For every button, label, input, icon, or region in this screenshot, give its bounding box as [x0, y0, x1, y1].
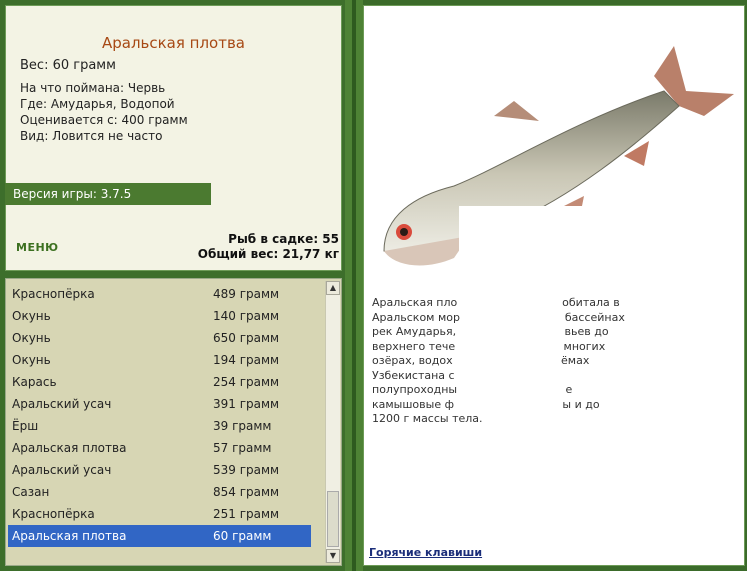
fish-weight-value: 60 грамм	[213, 529, 272, 543]
list-item[interactable]: Аральский усач 539 грамм	[8, 459, 311, 481]
fish-weight-value: 650 грамм	[213, 331, 280, 345]
description-line: камышовые ф ы и до	[372, 397, 600, 411]
fish-name: Аральская плотва	[12, 441, 127, 455]
fish-title: Аральская плотва	[101, 34, 246, 52]
description-line: Аральская пло обитала в	[372, 296, 620, 309]
fish-name: Окунь	[12, 331, 51, 345]
hotkeys-link[interactable]: Горячие клавиши	[369, 546, 482, 559]
detail-bait: На что поймана: Червь	[20, 81, 166, 95]
fish-weight-value: 140 грамм	[213, 309, 280, 323]
fish-name: Окунь	[12, 353, 51, 367]
list-item[interactable]: Ёрш 39 грамм	[8, 415, 311, 437]
scrollbar-thumb[interactable]	[327, 491, 339, 547]
fish-weight-value: 539 грамм	[213, 463, 280, 477]
list-item[interactable]: Сазан 854 грамм	[8, 481, 311, 503]
fish-weight: Вес: 60 грамм	[20, 58, 116, 73]
fish-name: Аральская плотва	[12, 529, 127, 543]
detail-rating: Оценивается с: 400 грамм	[20, 113, 188, 127]
list-item[interactable]: Окунь 140 грамм	[8, 305, 311, 327]
fish-name: Краснопёрка	[12, 507, 95, 521]
menu-button[interactable]: МЕНЮ	[16, 241, 59, 254]
fish-weight-value: 194 грамм	[213, 353, 280, 367]
fish-weight-value: 251 грамм	[213, 507, 280, 521]
list-item[interactable]: Аральская плотва 60 грамм	[8, 525, 311, 547]
vine-divider	[345, 0, 363, 571]
catch-list[interactable]: Краснопёрка 489 грамм Окунь 140 грамм Окунь 6…	[5, 278, 342, 566]
fish-name: Аральский усач	[12, 397, 112, 411]
total-weight: Общий вес: 21,77 кг	[197, 247, 339, 261]
fish-weight-value: 39 грамм	[213, 419, 272, 433]
fish-name: Краснопёрка	[12, 287, 95, 301]
list-item[interactable]: Краснопёрка 251 грамм	[8, 503, 311, 525]
list-item[interactable]: Аральская плотва 57 грамм	[8, 437, 311, 459]
list-item[interactable]: Краснопёрка 489 грамм	[8, 283, 311, 305]
description-line: полупроходны е	[372, 383, 573, 396]
description-line: озёрах, водох ёмах	[372, 354, 590, 367]
catch-list-rows: Краснопёрка 489 грамм Окунь 140 грамм Окунь 6…	[8, 283, 311, 547]
fish-name: Ёрш	[12, 419, 39, 433]
fish-details: На что поймана: Червь Где: Амударья, Вод…	[20, 80, 188, 144]
app-window: Аральская плотва Вес: 60 грамм На что по…	[0, 0, 747, 571]
list-item[interactable]: Окунь 194 грамм	[8, 349, 311, 371]
scrollbar[interactable]: ▲ ▼	[325, 281, 340, 563]
scroll-up-arrow-icon[interactable]: ▲	[326, 281, 340, 295]
fish-count: Рыб в садке: 55	[228, 232, 339, 246]
scroll-down-arrow-icon[interactable]: ▼	[326, 549, 340, 563]
fish-weight-value: 391 грамм	[213, 397, 280, 411]
fish-name: Аральский усач	[12, 463, 112, 477]
fish-picture-panel: Аральская пло обитала в Аральском мор бас…	[363, 5, 745, 566]
fish-weight-value: 254 грамм	[213, 375, 280, 389]
fish-name: Сазан	[12, 485, 50, 499]
detail-place: Где: Амударья, Водопой	[20, 97, 175, 111]
fish-name: Карась	[12, 375, 57, 389]
fish-weight-value: 854 грамм	[213, 485, 280, 499]
fish-name: Окунь	[12, 309, 51, 323]
description-line: верхнего тече многих	[372, 339, 606, 353]
fish-description: Аральская пло обитала в Аральском мор бас…	[372, 296, 732, 427]
description-line: рек Амударья, вьев до	[372, 325, 609, 338]
detail-type: Вид: Ловится не часто	[20, 129, 163, 143]
list-item[interactable]: Карась 254 грамм	[8, 371, 311, 393]
fish-weight-value: 57 грамм	[213, 441, 272, 455]
description-line: Аральском мор бассейнах	[372, 310, 625, 324]
list-item[interactable]: Окунь 650 грамм	[8, 327, 311, 349]
description-line: 1200 г массы тела.	[372, 412, 483, 425]
left-panel: Аральская плотва Вес: 60 грамм На что по…	[0, 0, 345, 571]
description-line: Узбекистана с	[372, 368, 455, 382]
catch-stats: Рыб в садке: 55 Общий вес: 21,77 кг	[198, 232, 339, 262]
list-item[interactable]: Аральский усач 391 грамм	[8, 393, 311, 415]
fish-weight-value: 489 грамм	[213, 287, 280, 301]
game-version: Версия игры: 3.7.5	[5, 183, 211, 205]
